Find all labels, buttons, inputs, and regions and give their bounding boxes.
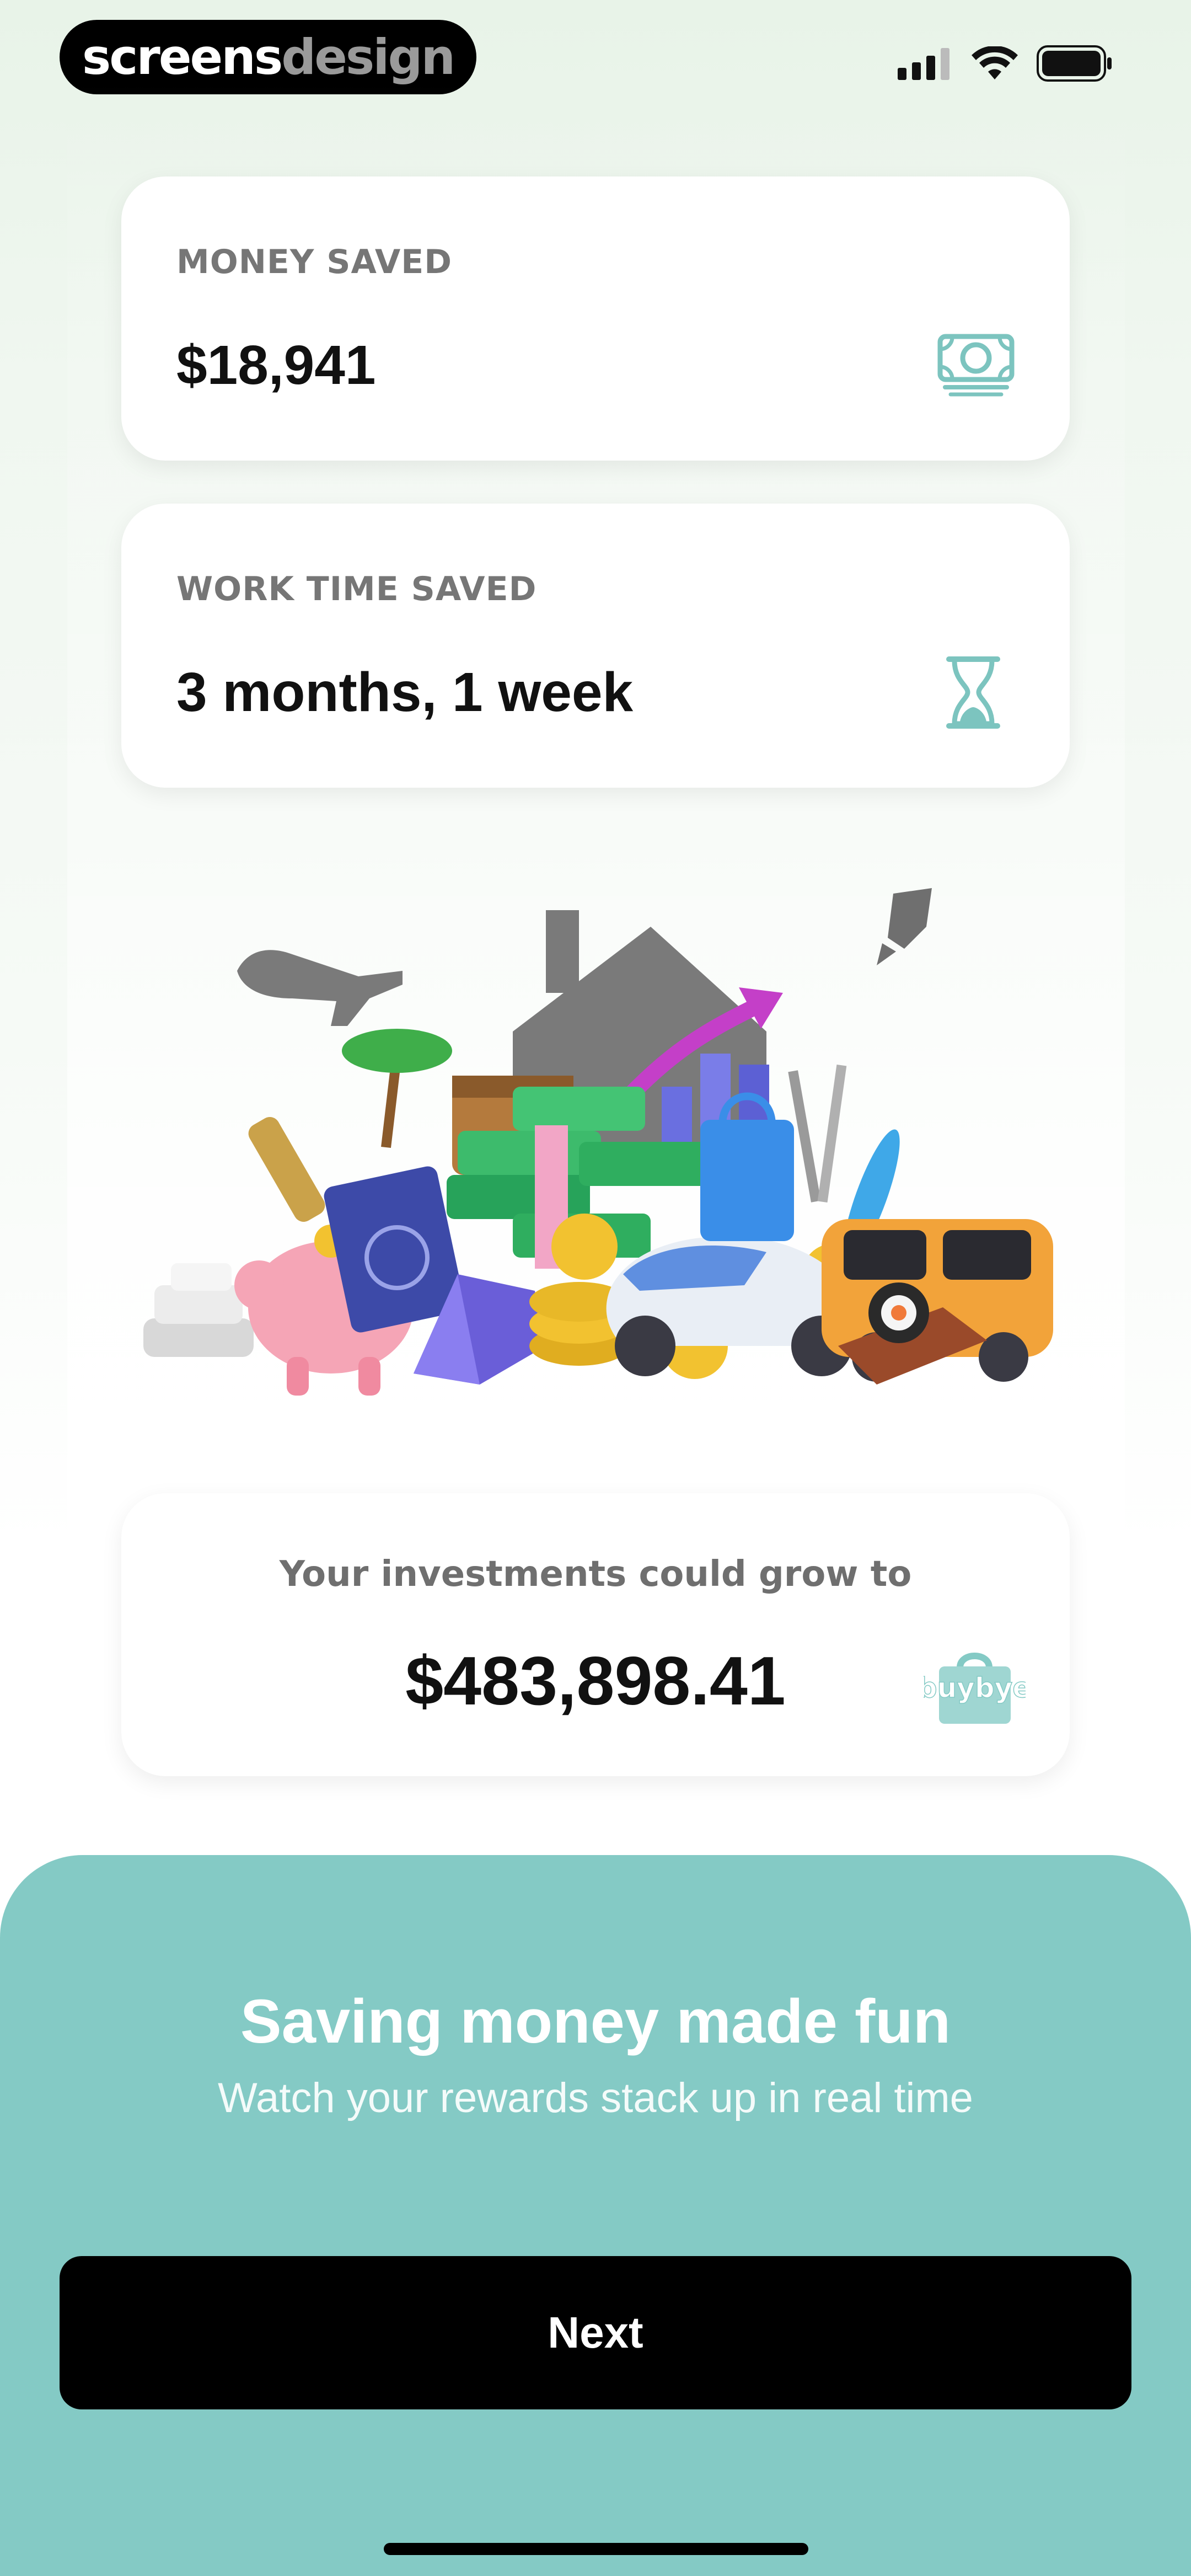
status-bar	[898, 45, 1114, 82]
hourglass-icon	[946, 656, 1000, 729]
money-saved-label: MONEY SAVED	[176, 243, 453, 281]
work-time-saved-value: 3 months, 1 week	[176, 661, 634, 723]
work-time-saved-card: WORK TIME SAVED 3 months, 1 week	[121, 504, 1070, 788]
next-button[interactable]: Next	[60, 2256, 1131, 2409]
battery-icon	[1037, 45, 1112, 82]
rewards-illustration	[143, 888, 1053, 1396]
onboarding-subtitle: Watch your rewards stack up in real time	[218, 2075, 973, 2121]
signal-bars-icon	[898, 48, 949, 80]
buybye-logo-icon: buybye	[924, 1653, 1026, 1724]
watermark-part2: design	[281, 29, 455, 85]
investment-label: Your investments could grow to	[279, 1554, 912, 1595]
wifi-icon	[972, 46, 1018, 79]
brand-name: buybye	[924, 1672, 1026, 1704]
banknote-icon	[937, 334, 1015, 397]
investment-card: Your investments could grow to $483,898.…	[121, 1493, 1070, 1776]
watermark-part1: screens	[82, 29, 283, 85]
home-indicator[interactable]	[384, 2543, 808, 2555]
onboarding-title: Saving money made fun	[240, 1987, 951, 2056]
money-saved-card: MONEY SAVED $18,941	[121, 177, 1070, 461]
onboarding-sheet	[0, 1855, 1191, 2576]
money-saved-value: $18,941	[176, 334, 376, 396]
work-time-saved-label: WORK TIME SAVED	[176, 570, 537, 608]
